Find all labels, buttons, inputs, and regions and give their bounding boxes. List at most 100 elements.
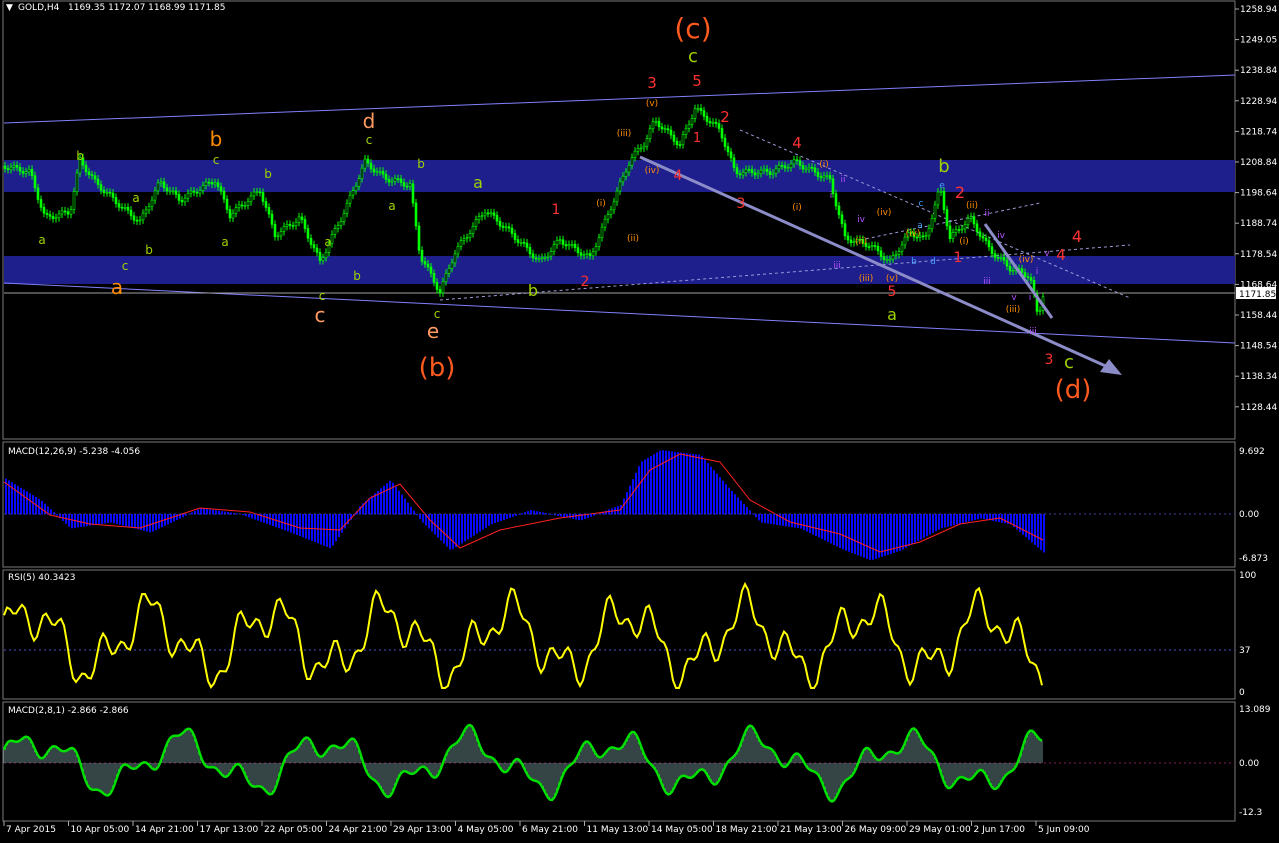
- time-tick-label: 10 Apr 05:00: [71, 825, 130, 835]
- candle-body: [582, 254, 586, 256]
- candle-body: [672, 134, 676, 142]
- candle-body: [201, 185, 205, 191]
- candle-body: [591, 251, 595, 257]
- macd1-bar: [293, 514, 295, 534]
- macd1-bar: [716, 473, 718, 515]
- macd1-bar: [212, 509, 214, 515]
- wave-label-sub: e: [939, 181, 945, 191]
- macd1-bar: [947, 514, 949, 527]
- candle-body: [885, 258, 889, 261]
- candle-body: [981, 236, 985, 239]
- candle-body: [702, 110, 706, 117]
- candle-body: [129, 209, 133, 217]
- macd1-bar: [920, 514, 922, 540]
- candle-body: [60, 210, 64, 215]
- macd1-bar: [551, 514, 553, 515]
- candle-body: [45, 212, 49, 215]
- upper-channel-line[interactable]: [3, 74, 1236, 124]
- macd1-bar: [287, 514, 289, 532]
- candle-body: [147, 206, 151, 211]
- wave-label: b: [528, 281, 538, 300]
- macd-panel[interactable]: [2, 441, 1236, 568]
- candle-body: [669, 129, 673, 136]
- candle-body: [423, 261, 427, 265]
- candle-body: [336, 225, 340, 229]
- macd1-bar: [23, 489, 25, 515]
- candle-body: [234, 207, 238, 214]
- candle-body: [159, 181, 163, 184]
- candle-body: [765, 168, 769, 172]
- candle-body: [894, 254, 898, 256]
- candle-body: [675, 141, 679, 145]
- wave-label: e: [427, 319, 439, 343]
- candle-body: [870, 245, 874, 248]
- macd1-bar: [269, 514, 271, 525]
- macd1-bar: [1022, 514, 1024, 535]
- macd1-bar: [266, 514, 268, 524]
- wave-label-minor: b: [145, 243, 153, 257]
- rsi-panel[interactable]: [2, 569, 1236, 700]
- candle-body: [1008, 265, 1012, 272]
- candle-body: [249, 195, 253, 203]
- candle-body: [888, 258, 892, 261]
- candle-body: [48, 214, 52, 217]
- candle-body: [117, 203, 121, 208]
- candle-body: [726, 146, 730, 153]
- candle-body: [1026, 276, 1030, 278]
- candle-body: [168, 190, 172, 193]
- candle-body: [930, 218, 934, 229]
- lower-channel-line[interactable]: [3, 282, 1236, 344]
- price-panel[interactable]: [2, 0, 1236, 440]
- macd1-bar: [848, 514, 850, 552]
- candle-body: [621, 175, 625, 183]
- candle-body: [969, 216, 973, 219]
- macd1-bar: [650, 456, 652, 515]
- macd1-bar: [656, 452, 658, 515]
- candle-body: [498, 220, 502, 227]
- candle-body: [531, 253, 535, 259]
- macd1-bar: [890, 514, 892, 554]
- macd1-bar: [767, 514, 769, 524]
- macd1-bar: [758, 514, 760, 521]
- macd1-bar: [815, 514, 817, 536]
- macd1-bar: [503, 514, 505, 520]
- candle-body: [213, 182, 217, 185]
- candle-body: [279, 231, 283, 237]
- macd1-bar: [437, 514, 439, 538]
- candle-body: [180, 200, 184, 203]
- candle-body: [687, 123, 691, 129]
- wave-label-minor: a: [388, 199, 395, 213]
- macd1-bar: [404, 498, 406, 515]
- macd1-bar: [665, 450, 667, 515]
- candle-body: [63, 210, 67, 213]
- macd1-bar: [263, 514, 265, 523]
- macd1-bar: [866, 514, 868, 559]
- macd1-bar: [719, 477, 721, 515]
- macd1-bar: [302, 514, 304, 538]
- candle-body: [516, 239, 520, 243]
- candle-body: [258, 191, 262, 194]
- wave-label-sub: v: [1011, 293, 1017, 303]
- candle-body: [9, 166, 13, 170]
- candle-body: [492, 212, 496, 216]
- macd1-bar: [416, 514, 418, 516]
- wave-label-minor: a: [324, 235, 331, 249]
- macd1-bar: [95, 514, 97, 525]
- wave-label-minor: a: [221, 235, 228, 249]
- macd1-bar: [962, 514, 964, 523]
- price-tick-label: 1208.84: [1240, 158, 1277, 168]
- candle-body: [453, 253, 457, 264]
- chart-canvas[interactable]: 1258.94 1249.05 1238.84 1228.94 1218.74 1208.…: [0, 0, 1279, 839]
- macd1-bar: [845, 514, 847, 551]
- price-tick-label: 1228.94: [1240, 97, 1277, 107]
- candle-body: [510, 227, 514, 234]
- macd1-bar: [575, 514, 577, 520]
- candle-body: [459, 240, 463, 247]
- candle-body: [849, 239, 853, 243]
- macd1-bar: [965, 514, 967, 523]
- arrow-head-icon: [1100, 359, 1122, 375]
- candle-body: [372, 168, 376, 173]
- wave-label: a: [887, 305, 897, 324]
- candle-body: [783, 165, 787, 169]
- dropdown-chevron-icon[interactable]: ▼: [6, 3, 13, 13]
